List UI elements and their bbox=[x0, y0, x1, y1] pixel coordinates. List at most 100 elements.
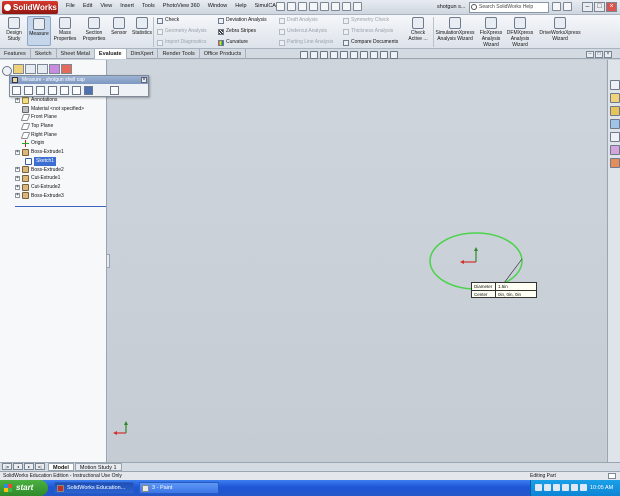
tree-item[interactable]: + Annotations bbox=[15, 96, 107, 105]
search-results-icon[interactable] bbox=[610, 119, 620, 129]
center-label: Center bbox=[472, 290, 496, 298]
center-value: 0in, 0in, 0in bbox=[498, 291, 522, 297]
extrude-icon bbox=[22, 192, 29, 200]
featuremanager-tab-icon[interactable] bbox=[13, 64, 24, 74]
tray-icon-3[interactable] bbox=[553, 484, 560, 491]
taskbar-paint[interactable]: 3 - Paint bbox=[139, 482, 219, 494]
measure-callout: Diameter 1.5in Center 0in, 0in, 0in bbox=[471, 282, 537, 298]
tree-item[interactable]: Sketch1 bbox=[15, 156, 107, 166]
point-to-point-icon[interactable] bbox=[48, 86, 57, 95]
tree-item[interactable]: Front Plane bbox=[15, 113, 107, 122]
tree-item-label: Top Plane bbox=[31, 123, 54, 130]
file-explorer-icon[interactable] bbox=[610, 106, 620, 116]
start-button[interactable]: start bbox=[0, 480, 48, 496]
tray-icon-4[interactable] bbox=[562, 484, 569, 491]
history-icon[interactable] bbox=[72, 86, 81, 95]
callout-row-center: Center 0in, 0in, 0in bbox=[472, 290, 536, 298]
tree-item-label: Boss-Extrude1 bbox=[31, 149, 64, 156]
view-palette-icon[interactable] bbox=[610, 132, 620, 142]
tree-item-label: Cut-Extrude1 bbox=[31, 175, 61, 182]
diameter-label: Diameter bbox=[472, 283, 496, 290]
paint-app-icon bbox=[142, 485, 149, 492]
tree-item[interactable]: + Cut-Extrude2 bbox=[15, 183, 107, 192]
plane-icon bbox=[20, 114, 31, 122]
projected-on-icon[interactable] bbox=[60, 86, 69, 95]
tree-item[interactable]: Right Plane bbox=[15, 131, 107, 140]
rollback-bar[interactable] bbox=[15, 206, 106, 207]
cut-extrude-icon bbox=[22, 183, 29, 191]
origin-icon bbox=[22, 140, 29, 148]
tree-item-label: Sketch1 bbox=[34, 156, 57, 166]
panel-tabs bbox=[13, 64, 72, 74]
tree-item[interactable]: Origin bbox=[15, 139, 107, 148]
task-pane bbox=[607, 60, 620, 462]
tray-icon-5[interactable] bbox=[571, 484, 578, 491]
sketch-icon bbox=[25, 157, 32, 165]
arc-circle-measurements-icon[interactable] bbox=[12, 86, 21, 95]
panel-splitter[interactable] bbox=[106, 254, 110, 268]
status-editing-text: Editing Part bbox=[530, 473, 556, 479]
solidworks-app-icon bbox=[57, 485, 64, 492]
measure-title-text: Measure - shotgun shell cap bbox=[22, 77, 85, 83]
show-xyz-measurements-icon[interactable] bbox=[36, 86, 45, 95]
status-left-text: SolidWorks Education Edition - Instructi… bbox=[3, 473, 122, 479]
cut-extrude-icon bbox=[22, 175, 29, 183]
tab-model[interactable]: Model bbox=[48, 463, 74, 471]
configurationmanager-tab-icon[interactable] bbox=[37, 64, 48, 74]
solidworks-resources-icon[interactable] bbox=[610, 80, 620, 90]
tab-motion-study-1[interactable]: Motion Study 1 bbox=[74, 463, 122, 471]
expand-icon[interactable]: + bbox=[15, 97, 20, 103]
status-help-icon[interactable] bbox=[608, 473, 616, 479]
taskbar-solidworks-label: SolidWorks Education... bbox=[67, 485, 126, 491]
close-icon[interactable]: × bbox=[141, 77, 147, 83]
tree-item-label: Right Plane bbox=[31, 131, 57, 138]
tree-item[interactable]: Material <not specified> bbox=[15, 105, 107, 114]
appearances-icon[interactable] bbox=[610, 145, 620, 155]
extrude-icon bbox=[22, 166, 29, 174]
displaymanager-tab-icon[interactable] bbox=[61, 64, 72, 74]
create-sensor-icon[interactable] bbox=[84, 86, 93, 95]
tray-icon-6[interactable] bbox=[580, 484, 587, 491]
expand-icon[interactable]: + bbox=[15, 167, 20, 173]
design-library-icon[interactable] bbox=[610, 93, 620, 103]
status-bar: SolidWorks Education Edition - Instructi… bbox=[0, 471, 620, 480]
measure-dialog-title[interactable]: Measure - shotgun shell cap × bbox=[10, 76, 148, 84]
taskbar-solidworks[interactable]: SolidWorks Education... bbox=[54, 482, 134, 494]
tree-item[interactable]: + Boss-Extrude3 bbox=[15, 192, 107, 201]
prev-tab-icon[interactable]: ◂ bbox=[13, 463, 23, 470]
taskbar-paint-label: 3 - Paint bbox=[152, 485, 173, 491]
dimxpertmanager-tab-icon[interactable] bbox=[49, 64, 60, 74]
units-precision-icon[interactable] bbox=[24, 86, 33, 95]
tree-item[interactable]: + Boss-Extrude1 bbox=[15, 148, 107, 157]
next-tab-icon[interactable]: ▸ bbox=[24, 463, 34, 470]
taskbar-clock: 10:05 AM bbox=[590, 485, 614, 491]
tree-item-label: Annotations bbox=[31, 97, 58, 103]
expand-icon[interactable]: + bbox=[15, 176, 20, 182]
expand-icon[interactable]: + bbox=[15, 193, 20, 199]
callout-row-diameter: Diameter 1.5in bbox=[472, 283, 536, 291]
tree-item-label: Cut-Extrude2 bbox=[31, 183, 61, 190]
last-tab-icon[interactable]: ▸| bbox=[35, 463, 45, 470]
first-tab-icon[interactable]: |◂ bbox=[2, 463, 12, 470]
expand-dialog-icon[interactable] bbox=[110, 86, 119, 95]
model-tabs-bar: |◂ ◂ ▸ ▸| Model Motion Study 1 bbox=[0, 462, 620, 471]
propertymanager-tab-icon[interactable] bbox=[25, 64, 36, 74]
custom-properties-icon[interactable] bbox=[610, 158, 620, 168]
start-label: start bbox=[16, 483, 34, 492]
reference-triad-icon bbox=[113, 421, 128, 435]
expand-icon[interactable]: + bbox=[15, 149, 20, 155]
tree-item[interactable]: + Cut-Extrude1 bbox=[15, 174, 107, 183]
sketch-origin-icon bbox=[460, 247, 478, 264]
tray-icon-2[interactable] bbox=[544, 484, 551, 491]
tray-icon-1[interactable] bbox=[535, 484, 542, 491]
windows-flag-icon bbox=[4, 484, 12, 492]
measure-toolbar bbox=[12, 86, 119, 95]
tree-item[interactable]: + Boss-Extrude2 bbox=[15, 166, 107, 175]
tree-item-label: Boss-Extrude2 bbox=[31, 166, 64, 173]
tree-item-label: Front Plane bbox=[31, 114, 57, 121]
expand-icon[interactable]: + bbox=[15, 184, 20, 190]
tree-item[interactable]: Top Plane bbox=[15, 122, 107, 131]
tree-item-label: Origin bbox=[31, 140, 45, 147]
tree-item-label: Material <not specified> bbox=[31, 105, 85, 112]
tree-item-label: Boss-Extrude3 bbox=[31, 192, 64, 199]
